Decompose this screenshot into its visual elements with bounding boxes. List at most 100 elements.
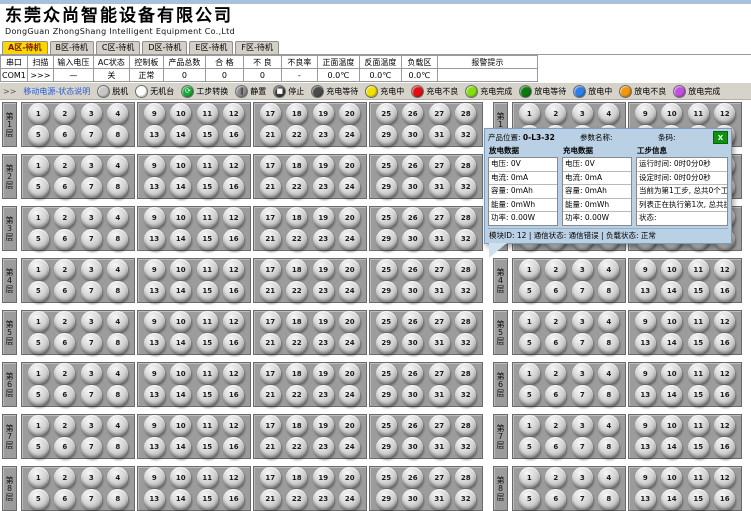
cell-button[interactable]: 10 [661, 363, 682, 384]
cell-button[interactable]: 1 [28, 467, 49, 488]
cell-button[interactable]: 12 [223, 259, 244, 280]
cell-button[interactable]: 29 [376, 489, 397, 510]
cell-button[interactable]: 11 [197, 259, 218, 280]
cell-button[interactable]: 1 [28, 311, 49, 332]
cell-button[interactable]: 27 [429, 259, 450, 280]
cell-button[interactable]: 6 [54, 125, 75, 146]
cell-button[interactable]: 2 [54, 415, 75, 436]
cell-button[interactable]: 21 [260, 437, 281, 458]
cell-button[interactable]: 16 [223, 333, 244, 354]
cell-button[interactable]: 18 [286, 207, 307, 228]
cell-button[interactable]: 3 [81, 155, 102, 176]
cell-button[interactable]: 10 [661, 415, 682, 436]
cell-button[interactable]: 9 [635, 415, 656, 436]
cell-button[interactable]: 16 [714, 281, 735, 302]
cell-button[interactable]: 16 [223, 125, 244, 146]
cell-button[interactable]: 17 [260, 467, 281, 488]
cell-button[interactable]: 15 [197, 385, 218, 406]
cell-button[interactable]: 29 [376, 281, 397, 302]
cell-button[interactable]: 17 [260, 103, 281, 124]
cell-button[interactable]: 28 [455, 103, 476, 124]
cell-button[interactable]: 21 [260, 177, 281, 198]
cell-button[interactable]: 31 [429, 177, 450, 198]
cell-button[interactable]: 13 [635, 489, 656, 510]
cell-button[interactable]: 4 [598, 103, 619, 124]
cell-button[interactable]: 3 [572, 363, 593, 384]
cell-button[interactable]: 14 [661, 437, 682, 458]
cell-button[interactable]: 5 [28, 229, 49, 250]
cell-button[interactable]: 1 [28, 259, 49, 280]
cell-button[interactable]: 22 [286, 229, 307, 250]
cell-button[interactable]: 6 [54, 489, 75, 510]
cell-button[interactable]: 30 [402, 437, 423, 458]
cell-button[interactable]: 19 [313, 155, 334, 176]
cell-button[interactable]: 1 [519, 259, 540, 280]
cell-button[interactable]: 31 [429, 437, 450, 458]
cell-button[interactable]: 2 [545, 259, 566, 280]
cell-button[interactable]: 6 [545, 385, 566, 406]
cell-button[interactable]: 13 [635, 281, 656, 302]
cell-button[interactable]: 16 [223, 281, 244, 302]
cell-button[interactable]: 13 [144, 333, 165, 354]
cell-button[interactable]: 17 [260, 259, 281, 280]
cell-button[interactable]: 18 [286, 415, 307, 436]
cell-button[interactable]: 2 [54, 103, 75, 124]
cell-button[interactable]: 8 [107, 229, 128, 250]
cell-button[interactable]: 32 [455, 437, 476, 458]
cell-button[interactable]: 18 [286, 259, 307, 280]
cell-button[interactable]: 14 [170, 125, 191, 146]
cell-button[interactable]: 1 [28, 415, 49, 436]
cell-button[interactable]: 13 [144, 281, 165, 302]
cell-button[interactable]: 26 [402, 155, 423, 176]
cell-button[interactable]: 4 [598, 415, 619, 436]
cell-button[interactable]: 9 [144, 259, 165, 280]
cell-button[interactable]: 32 [455, 385, 476, 406]
cell-button[interactable]: 27 [429, 103, 450, 124]
cell-button[interactable]: 12 [714, 415, 735, 436]
cell-button[interactable]: 26 [402, 363, 423, 384]
cell-button[interactable]: 31 [429, 385, 450, 406]
tab-zone-3[interactable]: D区-待机 [142, 41, 187, 54]
cell-button[interactable]: 7 [81, 229, 102, 250]
cell-button[interactable]: 5 [519, 333, 540, 354]
cell-button[interactable]: 9 [144, 155, 165, 176]
cell-button[interactable]: 15 [197, 229, 218, 250]
cell-button[interactable]: 4 [598, 363, 619, 384]
cell-button[interactable]: 31 [429, 229, 450, 250]
cell-button[interactable]: 26 [402, 311, 423, 332]
cell-button[interactable]: 25 [376, 103, 397, 124]
cell-button[interactable]: 6 [54, 385, 75, 406]
cell-button[interactable]: 13 [144, 437, 165, 458]
cell-button[interactable]: 20 [339, 311, 360, 332]
cell-button[interactable]: 14 [661, 385, 682, 406]
cell-button[interactable]: 4 [598, 311, 619, 332]
cell-button[interactable]: 17 [260, 311, 281, 332]
cell-button[interactable]: 11 [197, 311, 218, 332]
cell-button[interactable]: 3 [572, 311, 593, 332]
status-legend-link[interactable]: 移动电源-状态说明 [23, 86, 90, 97]
cell-button[interactable]: 19 [313, 467, 334, 488]
cell-button[interactable]: 5 [28, 125, 49, 146]
cell-button[interactable]: 29 [376, 229, 397, 250]
cell-button[interactable]: 13 [144, 125, 165, 146]
cell-button[interactable]: 15 [688, 489, 709, 510]
cell-button[interactable]: 1 [519, 103, 540, 124]
cell-button[interactable]: 11 [197, 103, 218, 124]
cell-button[interactable]: 28 [455, 207, 476, 228]
cell-button[interactable]: 31 [429, 281, 450, 302]
cell-button[interactable]: 20 [339, 259, 360, 280]
cell-button[interactable]: 10 [170, 207, 191, 228]
cell-button[interactable]: 27 [429, 415, 450, 436]
cell-button[interactable]: 3 [81, 207, 102, 228]
cell-button[interactable]: 3 [572, 467, 593, 488]
cell-button[interactable]: 9 [635, 467, 656, 488]
cell-button[interactable]: 30 [402, 281, 423, 302]
cell-button[interactable]: 29 [376, 385, 397, 406]
cell-button[interactable]: 21 [260, 229, 281, 250]
cell-button[interactable]: 1 [28, 155, 49, 176]
cell-button[interactable]: 26 [402, 467, 423, 488]
cell-button[interactable]: 5 [28, 489, 49, 510]
cell-button[interactable]: 9 [144, 415, 165, 436]
cell-button[interactable]: 16 [223, 385, 244, 406]
cell-button[interactable]: 24 [339, 125, 360, 146]
